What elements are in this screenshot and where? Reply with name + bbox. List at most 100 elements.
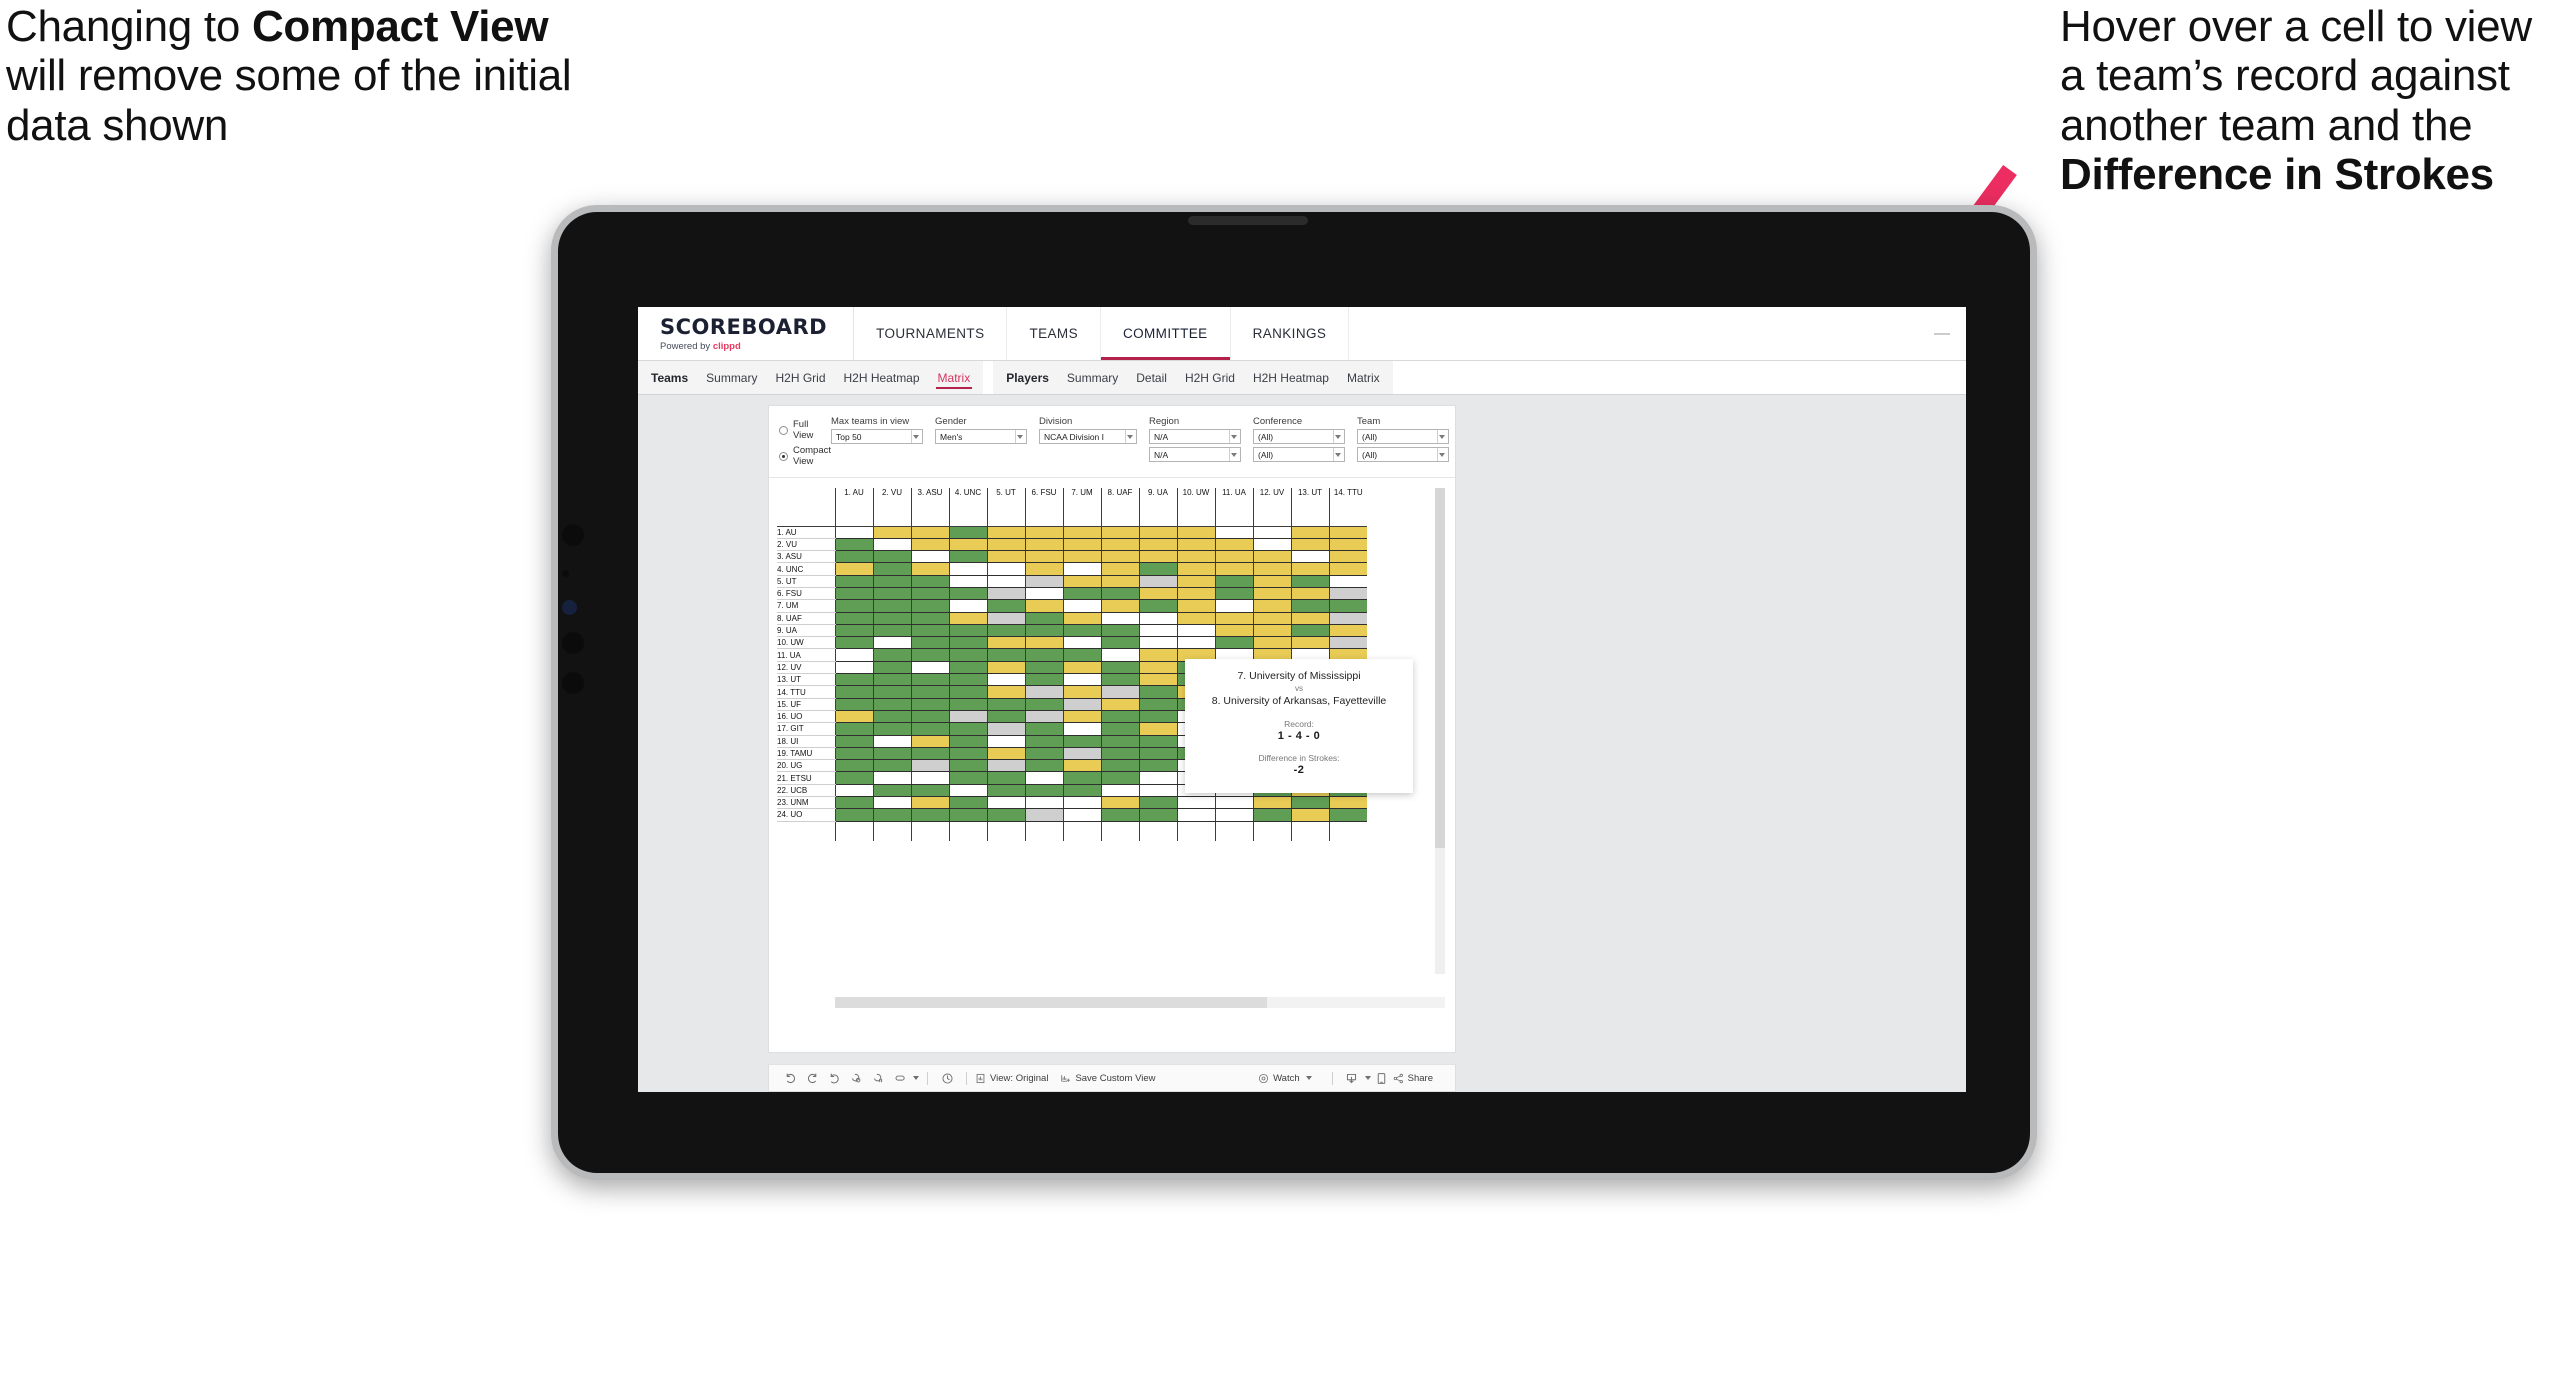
matrix-cell[interactable] bbox=[986, 661, 1025, 675]
refresh-icon[interactable] bbox=[845, 1068, 867, 1088]
matrix-cell[interactable] bbox=[872, 735, 911, 748]
matrix-cell[interactable] bbox=[948, 587, 987, 601]
matrix-cell[interactable] bbox=[1290, 612, 1329, 625]
matrix-cell[interactable] bbox=[986, 808, 1025, 822]
matrix-cell[interactable] bbox=[986, 722, 1025, 736]
matrix-cell[interactable] bbox=[1138, 538, 1177, 552]
matrix-cell[interactable] bbox=[1024, 771, 1063, 785]
select-division[interactable]: NCAA Division I bbox=[1039, 429, 1138, 444]
matrix-cell[interactable] bbox=[1024, 710, 1063, 724]
matrix-cell[interactable] bbox=[1138, 636, 1177, 650]
matrix-cell[interactable] bbox=[1024, 599, 1063, 613]
matrix-cell[interactable] bbox=[1328, 599, 1367, 613]
matrix-cell[interactable] bbox=[834, 673, 873, 687]
matrix-cell[interactable] bbox=[1214, 599, 1253, 613]
matrix-cell[interactable] bbox=[834, 685, 873, 699]
select-conference-1[interactable]: (All) bbox=[1253, 429, 1346, 444]
matrix-cell[interactable] bbox=[1252, 624, 1291, 638]
topnav-tournaments[interactable]: TOURNAMENTS bbox=[854, 307, 1008, 360]
matrix-cell[interactable] bbox=[872, 661, 911, 675]
matrix-cell[interactable] bbox=[872, 808, 911, 822]
matrix-cell[interactable] bbox=[948, 624, 987, 638]
matrix-cell[interactable] bbox=[1062, 710, 1101, 724]
matrix-cell[interactable] bbox=[872, 747, 911, 761]
matrix-cell[interactable] bbox=[1062, 673, 1101, 687]
matrix-cell[interactable] bbox=[1252, 562, 1291, 576]
matrix-cell[interactable] bbox=[1062, 575, 1101, 588]
matrix-cell[interactable] bbox=[986, 759, 1025, 773]
matrix-cell[interactable] bbox=[834, 661, 873, 675]
matrix-cell[interactable] bbox=[872, 796, 911, 810]
matrix-cell[interactable] bbox=[834, 550, 873, 564]
matrix-cell[interactable] bbox=[834, 575, 873, 588]
matrix-cell[interactable] bbox=[948, 599, 987, 613]
matrix-cell[interactable] bbox=[910, 661, 949, 675]
matrix-cell[interactable] bbox=[1100, 599, 1139, 613]
matrix-cell[interactable] bbox=[986, 612, 1025, 625]
device-layout-icon[interactable] bbox=[1371, 1068, 1393, 1088]
matrix-cell[interactable] bbox=[948, 808, 987, 822]
matrix-cell[interactable] bbox=[1024, 636, 1063, 650]
matrix-cell[interactable] bbox=[872, 722, 911, 736]
matrix-cell[interactable] bbox=[910, 759, 949, 773]
pause-auto-update-icon[interactable] bbox=[889, 1068, 911, 1088]
matrix-cell[interactable] bbox=[834, 808, 873, 822]
matrix-cell[interactable] bbox=[1214, 550, 1253, 564]
matrix-cell[interactable] bbox=[1328, 562, 1367, 576]
matrix-cell[interactable] bbox=[1100, 710, 1139, 724]
matrix-cell[interactable] bbox=[1138, 759, 1177, 773]
matrix-cell[interactable] bbox=[948, 698, 987, 711]
matrix-cell[interactable] bbox=[834, 771, 873, 785]
matrix-cell[interactable] bbox=[834, 538, 873, 552]
matrix-cell[interactable] bbox=[1290, 538, 1329, 552]
matrix-cell[interactable] bbox=[1214, 808, 1253, 822]
matrix-cell[interactable] bbox=[910, 587, 949, 601]
matrix-cell[interactable] bbox=[1328, 550, 1367, 564]
subnav-players-detail[interactable]: Detail bbox=[1127, 361, 1176, 394]
matrix-cell[interactable] bbox=[986, 538, 1025, 552]
matrix-cell[interactable] bbox=[1138, 735, 1177, 748]
matrix-cell[interactable] bbox=[834, 648, 873, 662]
matrix-cell[interactable] bbox=[986, 550, 1025, 564]
matrix-cell[interactable] bbox=[1100, 747, 1139, 761]
matrix-cell[interactable] bbox=[1024, 698, 1063, 711]
matrix-cell[interactable] bbox=[1024, 759, 1063, 773]
matrix-cell[interactable] bbox=[1138, 587, 1177, 601]
matrix-cell[interactable] bbox=[1062, 599, 1101, 613]
matrix-cell[interactable] bbox=[1138, 575, 1177, 588]
matrix-cell[interactable] bbox=[1100, 771, 1139, 785]
matrix-cell[interactable] bbox=[1138, 698, 1177, 711]
matrix-cell[interactable] bbox=[910, 599, 949, 613]
matrix-cell[interactable] bbox=[910, 636, 949, 650]
matrix-cell[interactable] bbox=[1328, 808, 1367, 822]
matrix-cell[interactable] bbox=[1252, 575, 1291, 588]
matrix-cell[interactable] bbox=[948, 722, 987, 736]
matrix-cell[interactable] bbox=[872, 673, 911, 687]
matrix-cell[interactable] bbox=[1252, 550, 1291, 564]
matrix-cell[interactable] bbox=[1214, 796, 1253, 810]
matrix-cell[interactable] bbox=[872, 575, 911, 588]
matrix-cell[interactable] bbox=[872, 612, 911, 625]
matrix-cell[interactable] bbox=[1176, 599, 1215, 613]
radio-full-view[interactable]: Full View bbox=[779, 419, 831, 441]
matrix-cell[interactable] bbox=[834, 636, 873, 650]
matrix-cell[interactable] bbox=[1328, 587, 1367, 601]
matrix-cell[interactable] bbox=[948, 538, 987, 552]
matrix-cell[interactable] bbox=[1214, 624, 1253, 638]
subnav-teams-summary[interactable]: Summary bbox=[697, 361, 766, 394]
matrix-cell[interactable] bbox=[834, 796, 873, 810]
matrix-cell[interactable] bbox=[834, 735, 873, 748]
subnav-players-summary[interactable]: Summary bbox=[1058, 361, 1127, 394]
matrix-cell[interactable] bbox=[872, 587, 911, 601]
matrix-cell[interactable] bbox=[1176, 526, 1215, 539]
matrix-cell[interactable] bbox=[1138, 685, 1177, 699]
matrix-cell[interactable] bbox=[1100, 759, 1139, 773]
matrix-cell[interactable] bbox=[986, 796, 1025, 810]
matrix-cell[interactable] bbox=[986, 599, 1025, 613]
matrix-cell[interactable] bbox=[1138, 771, 1177, 785]
matrix-cell[interactable] bbox=[910, 526, 949, 539]
matrix-cell[interactable] bbox=[1100, 685, 1139, 699]
matrix-cell[interactable] bbox=[986, 673, 1025, 687]
matrix-cell[interactable] bbox=[1024, 538, 1063, 552]
topnav-rankings[interactable]: RANKINGS bbox=[1231, 307, 1350, 360]
